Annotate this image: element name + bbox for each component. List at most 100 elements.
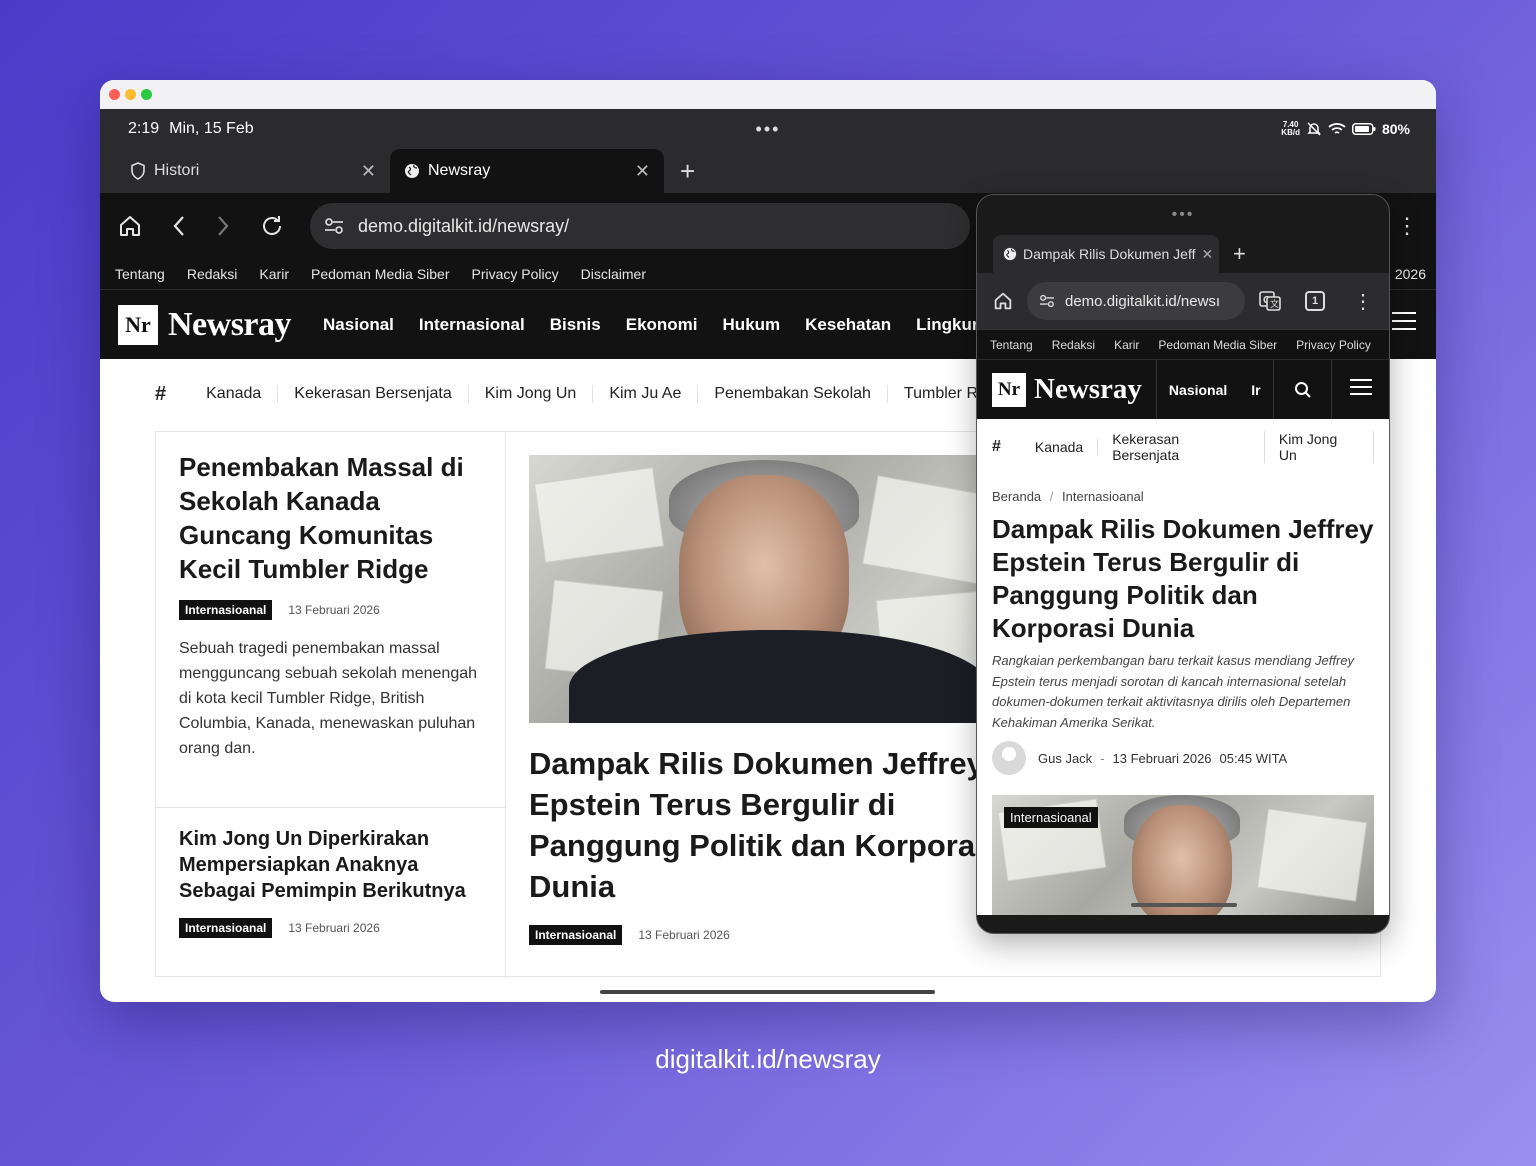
topnav-link[interactable]: Karir [1114, 338, 1139, 352]
menu-item[interactable]: Nasional [323, 315, 394, 335]
topnav-link[interactable]: Tentang [115, 266, 165, 282]
headline-article[interactable]: Dampak Rilis Dokumen Jeffrey Epstein Ter… [529, 455, 1009, 945]
menu-item[interactable]: Ekonomi [626, 315, 698, 335]
battery-percent: 80% [1381, 121, 1410, 137]
tag-link[interactable]: Kanada [1021, 438, 1099, 455]
menu-item[interactable]: Nasional [1169, 382, 1227, 398]
article-excerpt: Sebuah tragedi penembakan massal menggun… [179, 640, 478, 757]
site-logo[interactable]: Nr Newsray [118, 304, 292, 345]
mobile-home-indicator [1131, 903, 1237, 907]
topnav-link[interactable]: Privacy Policy [472, 266, 559, 282]
menu-item[interactable]: Ir [1251, 382, 1260, 398]
logo-mark[interactable]: Nr [992, 372, 1026, 407]
close-icon[interactable]: ✕ [635, 161, 650, 182]
category-badge[interactable]: Internasioanal [179, 918, 273, 938]
author-name[interactable]: Gus Jack [1038, 751, 1092, 766]
mute-bell-icon [1306, 121, 1322, 137]
tag-link[interactable]: Kim Ju Ae [593, 385, 699, 403]
headline-image[interactable] [529, 455, 1009, 723]
hamburger-menu-icon[interactable] [1331, 359, 1389, 420]
home-icon[interactable] [993, 292, 1013, 310]
mobile-address-bar[interactable]: demo.digitalkit.id/newsı [1027, 282, 1245, 320]
article-title: Dampak Rilis Dokumen Jeffrey Epstein Ter… [992, 514, 1374, 643]
topnav-link[interactable]: Pedoman Media Siber [1158, 338, 1277, 352]
topnav-link[interactable]: Karir [259, 266, 289, 282]
tag-link[interactable]: Kim Jong Un [1265, 430, 1375, 463]
tab-histori[interactable]: Histori ✕ [116, 149, 390, 193]
logo-text[interactable]: Newsray [1034, 373, 1142, 406]
category-badge[interactable]: Internasioanal [179, 600, 273, 620]
topnav-link[interactable]: Pedoman Media Siber [311, 266, 450, 282]
shield-icon [130, 162, 146, 180]
topnav-link[interactable]: Redaksi [187, 266, 238, 282]
menu-item[interactable]: Kesehatan [805, 315, 891, 335]
menu-item[interactable]: Internasional [419, 315, 525, 335]
tag-link[interactable]: Kanada [190, 385, 279, 403]
status-bar: 2:19 Min, 15 Feb ••• 7.40 KB/d 80% [100, 109, 1436, 149]
topnav-link[interactable]: Tentang [990, 338, 1033, 352]
home-indicator[interactable] [600, 990, 935, 994]
url-text[interactable]: demo.digitalkit.id/newsray/ [358, 216, 569, 237]
window-drag-handle[interactable]: ••• [977, 195, 1389, 235]
publish-date: 13 Februari 2026 [1112, 750, 1212, 766]
promo-caption: digitalkit.id/newsray [655, 1044, 881, 1074]
multitask-dots-icon[interactable]: ••• [756, 119, 781, 140]
topnav-link[interactable]: Privacy Policy [1296, 338, 1371, 352]
battery-icon [1351, 123, 1376, 135]
hamburger-menu-icon[interactable] [1392, 312, 1416, 336]
menu-item[interactable]: Bisnis [550, 315, 601, 335]
topnav-link[interactable]: Disclaimer [581, 266, 646, 282]
article-image[interactable]: Internasioanal [992, 795, 1374, 915]
article-card[interactable]: Penembakan Massal di Sekolah Kanada Gunc… [156, 432, 505, 808]
avatar [992, 741, 1026, 775]
breadcrumb-home[interactable]: Beranda [992, 489, 1041, 504]
breadcrumb-separator: / [1049, 489, 1054, 504]
article-title[interactable]: Kim Jong Un Diperkirakan Mempersiapkan A… [179, 826, 482, 904]
mobile-tab-strip: Dampak Rilis Dokumen Jeff ✕ + [977, 235, 1389, 273]
mobile-article-page: # Kanada Kekerasan Bersenjata Kim Jong U… [977, 419, 1389, 915]
category-badge[interactable]: Internasioanal [529, 925, 623, 945]
mobile-main-nav: Nr Newsray Nasional Ir [977, 359, 1389, 420]
logo-mark: Nr [118, 304, 158, 345]
minimize-window-button[interactable] [125, 89, 136, 100]
translate-icon[interactable]: G文 [1259, 291, 1281, 311]
topnav-link[interactable]: Redaksi [1052, 338, 1095, 352]
new-tab-button[interactable]: + [1233, 241, 1246, 267]
article-card[interactable]: Kim Jong Un Diperkirakan Mempersiapkan A… [156, 808, 505, 956]
hash-icon: # [992, 437, 1001, 455]
tag-link[interactable]: Kim Jong Un [469, 385, 594, 403]
back-icon[interactable] [172, 215, 186, 237]
breadcrumb-section[interactable]: Internasioanal [1062, 489, 1144, 504]
mobile-url-text[interactable]: demo.digitalkit.id/newsı [1065, 293, 1220, 310]
article-date: 13 Februari 2026 [638, 928, 730, 942]
tag-link[interactable]: Kekerasan Bersenjata [278, 385, 469, 403]
site-settings-icon[interactable] [1039, 294, 1055, 308]
forward-icon[interactable] [216, 215, 230, 237]
tag-link[interactable]: Penembakan Sekolah [698, 385, 888, 403]
tab-newsray[interactable]: Newsray ✕ [390, 149, 664, 193]
svg-text:文: 文 [1270, 298, 1279, 309]
close-icon[interactable]: ✕ [361, 161, 376, 182]
hash-icon: # [155, 382, 167, 405]
category-badge[interactable]: Internasioanal [1004, 807, 1098, 828]
mobile-toolbar: demo.digitalkit.id/newsı G文 1 ⋮ [977, 273, 1389, 329]
maximize-window-button[interactable] [141, 89, 152, 100]
menu-kebab-icon[interactable]: ⋮ [1396, 213, 1418, 239]
address-bar[interactable]: demo.digitalkit.id/newsray/ [310, 203, 970, 249]
tab-count-icon[interactable]: 1 [1305, 291, 1325, 311]
tag-link[interactable]: Kekerasan Bersenjata [1098, 430, 1265, 463]
new-tab-button[interactable]: + [664, 149, 711, 193]
close-icon[interactable]: ✕ [1201, 246, 1213, 263]
site-settings-icon[interactable] [324, 217, 344, 235]
menu-kebab-icon[interactable]: ⋮ [1353, 289, 1373, 314]
mobile-tab[interactable]: Dampak Rilis Dokumen Jeff ✕ [993, 235, 1219, 273]
close-window-button[interactable] [109, 89, 120, 100]
mobile-tags: # Kanada Kekerasan Bersenjata Kim Jong U… [992, 419, 1375, 475]
article-title[interactable]: Penembakan Massal di Sekolah Kanada Gunc… [179, 450, 482, 586]
menu-item[interactable]: Hukum [723, 315, 781, 335]
home-icon[interactable] [118, 215, 142, 237]
search-icon[interactable] [1273, 359, 1331, 420]
tablet-screenshot: 2:19 Min, 15 Feb ••• 7.40 KB/d 80% Histo… [100, 80, 1436, 1002]
reload-icon[interactable] [260, 214, 284, 238]
headline-title[interactable]: Dampak Rilis Dokumen Jeffrey Epstein Ter… [529, 743, 1009, 907]
